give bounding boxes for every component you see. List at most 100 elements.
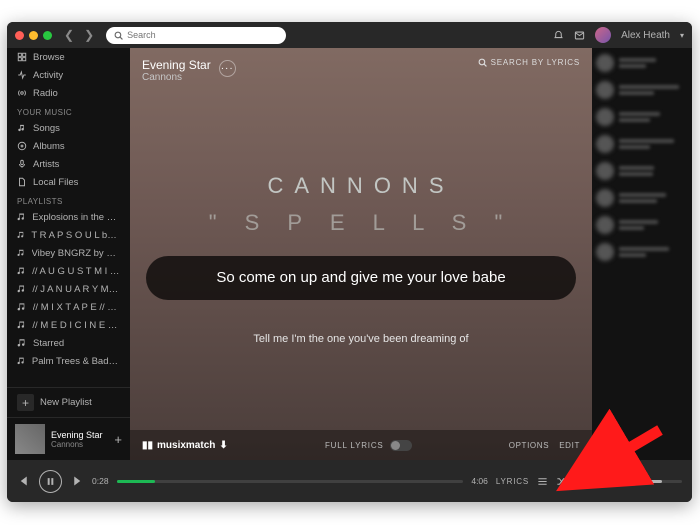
sidebar-item[interactable]: Browse <box>7 48 130 66</box>
friend-row[interactable] <box>596 108 688 126</box>
friend-row[interactable] <box>596 135 688 153</box>
progress-fill <box>117 480 155 483</box>
user-chevron-icon[interactable]: ▾ <box>680 31 684 40</box>
next-icon[interactable] <box>72 475 84 487</box>
sidebar-item-label: Radio <box>33 88 58 99</box>
sidebar-item[interactable]: T R A P S O U L by bry… <box>7 226 130 244</box>
friend-avatar <box>596 243 614 261</box>
sidebar-item[interactable]: Explosions in the Sk… <box>7 208 130 226</box>
musixmatch-label: musixmatch <box>157 440 215 451</box>
repeat-icon[interactable] <box>575 476 586 487</box>
now-playing-title: Evening Star <box>51 430 103 440</box>
friend-row[interactable] <box>596 162 688 180</box>
friend-avatar <box>596 162 614 180</box>
friend-avatar <box>596 81 614 99</box>
friend-avatar <box>596 189 614 207</box>
sidebar-item[interactable]: Starred <box>7 334 130 352</box>
devices-icon[interactable] <box>594 476 605 487</box>
friend-avatar <box>596 54 614 72</box>
pause-icon <box>46 477 55 486</box>
sidebar-item-label: Explosions in the Sk… <box>32 212 120 223</box>
lyrics-button[interactable]: LYRICS <box>496 477 529 486</box>
sidebar-item-label: // M E D I C I N E // … <box>32 320 120 331</box>
nav-back-icon[interactable]: ❮ <box>64 28 74 42</box>
sidebar-item[interactable]: Vibey BNGRZ by Jack… <box>7 244 130 262</box>
volume-bar[interactable] <box>632 480 682 483</box>
shuffle-icon[interactable] <box>556 476 567 487</box>
musixmatch-logo[interactable]: ▮▮ musixmatch ⬇ <box>142 440 228 451</box>
max-dot[interactable] <box>43 31 52 40</box>
friend-row[interactable] <box>596 243 688 261</box>
plus-icon: + <box>17 394 34 411</box>
sidebar-item[interactable]: Albums <box>7 137 130 155</box>
search-icon <box>114 31 123 40</box>
friend-row[interactable] <box>596 54 688 72</box>
search-by-lyrics-button[interactable]: SEARCH BY LYRICS <box>478 58 580 67</box>
new-playlist-label: New Playlist <box>40 397 92 408</box>
friend-row[interactable] <box>596 81 688 99</box>
player-controls <box>17 470 84 493</box>
volume-icon[interactable] <box>613 476 624 487</box>
sidebar-item[interactable]: Palm Trees & Bad B*… <box>7 352 130 370</box>
sidebar-item-label: // M I X T A P E // b… <box>33 302 120 313</box>
close-dot[interactable] <box>15 31 24 40</box>
sidebar-item[interactable]: // M E D I C I N E // … <box>7 316 130 334</box>
queue-icon[interactable] <box>537 476 548 487</box>
options-button[interactable]: OPTIONS <box>509 441 549 450</box>
sidebar-item[interactable]: // A U G U S T M I X … <box>7 262 130 280</box>
new-playlist-button[interactable]: + New Playlist <box>7 387 130 417</box>
sidebar-item-label: Artists <box>33 159 59 170</box>
sidebar-item[interactable]: // J A N U A R Y M I … <box>7 280 130 298</box>
your-music-header: YOUR MUSIC <box>7 102 130 119</box>
add-track-icon[interactable]: + <box>114 432 122 447</box>
user-name[interactable]: Alex Heath <box>621 30 670 41</box>
musixmatch-icon: ▮▮ <box>142 440 153 451</box>
search-input[interactable] <box>127 30 278 40</box>
user-avatar[interactable] <box>595 27 611 43</box>
volume-fill <box>632 480 662 483</box>
bg-album-text: " S P E L L S " <box>130 210 592 236</box>
sidebar-item-label: Local Files <box>33 177 78 188</box>
friend-activity <box>592 48 692 460</box>
sidebar-item[interactable]: Songs <box>7 119 130 137</box>
toggle-knob <box>391 441 400 450</box>
sidebar: BrowseActivity Radio YOUR MUSIC Songs Albu… <box>7 48 130 460</box>
nav-arrows: ❮ ❯ <box>64 28 94 42</box>
friend-row[interactable] <box>596 189 688 207</box>
sidebar-item[interactable]: Artists <box>7 155 130 173</box>
sidebar-item-label: Albums <box>33 141 65 152</box>
sidebar-item-label: Palm Trees & Bad B*… <box>32 356 120 367</box>
sidebar-item[interactable]: Local Files <box>7 173 130 191</box>
more-button[interactable]: ··· <box>219 60 236 77</box>
play-pause-button[interactable] <box>39 470 62 493</box>
notification-icon[interactable] <box>553 30 564 41</box>
nav-fwd-icon[interactable]: ❯ <box>84 28 94 42</box>
min-dot[interactable] <box>29 31 38 40</box>
sidebar-item[interactable]: Activity <box>7 66 130 84</box>
lyric-current: So come on up and give me your love babe <box>146 256 576 300</box>
edit-button[interactable]: EDIT <box>559 441 580 450</box>
prev-icon[interactable] <box>17 475 29 487</box>
inbox-icon[interactable] <box>574 30 585 41</box>
sidebar-item[interactable]: Radio <box>7 84 130 102</box>
sidebar-item[interactable]: // M I X T A P E // b… <box>7 298 130 316</box>
album-background <box>130 48 592 460</box>
sidebar-item-label: Vibey BNGRZ by Jack… <box>32 248 120 259</box>
full-lyrics-toggle[interactable]: FULL LYRICS <box>325 440 412 451</box>
track-artist[interactable]: Cannons <box>142 72 211 83</box>
bg-artist-text: CANNONS <box>130 173 592 199</box>
download-icon: ⬇ <box>219 440 227 451</box>
app-body: BrowseActivity Radio YOUR MUSIC Songs Albu… <box>7 48 692 460</box>
friend-row[interactable] <box>596 216 688 234</box>
sidebar-item-label: Starred <box>33 338 64 349</box>
time-total: 4:06 <box>471 476 488 486</box>
full-lyrics-label: FULL LYRICS <box>325 441 384 450</box>
lyrics-bottom-bar: ▮▮ musixmatch ⬇ FULL LYRICS OPTIONS EDIT <box>130 430 592 460</box>
toggle-track <box>390 440 412 451</box>
search-box[interactable] <box>106 27 286 44</box>
playlists-header: PLAYLISTS <box>7 191 130 208</box>
now-playing-sidebar[interactable]: Evening Star Cannons + <box>7 417 130 460</box>
friend-avatar <box>596 108 614 126</box>
progress-bar[interactable] <box>117 480 464 483</box>
sidebar-item-label: Songs <box>33 123 60 134</box>
